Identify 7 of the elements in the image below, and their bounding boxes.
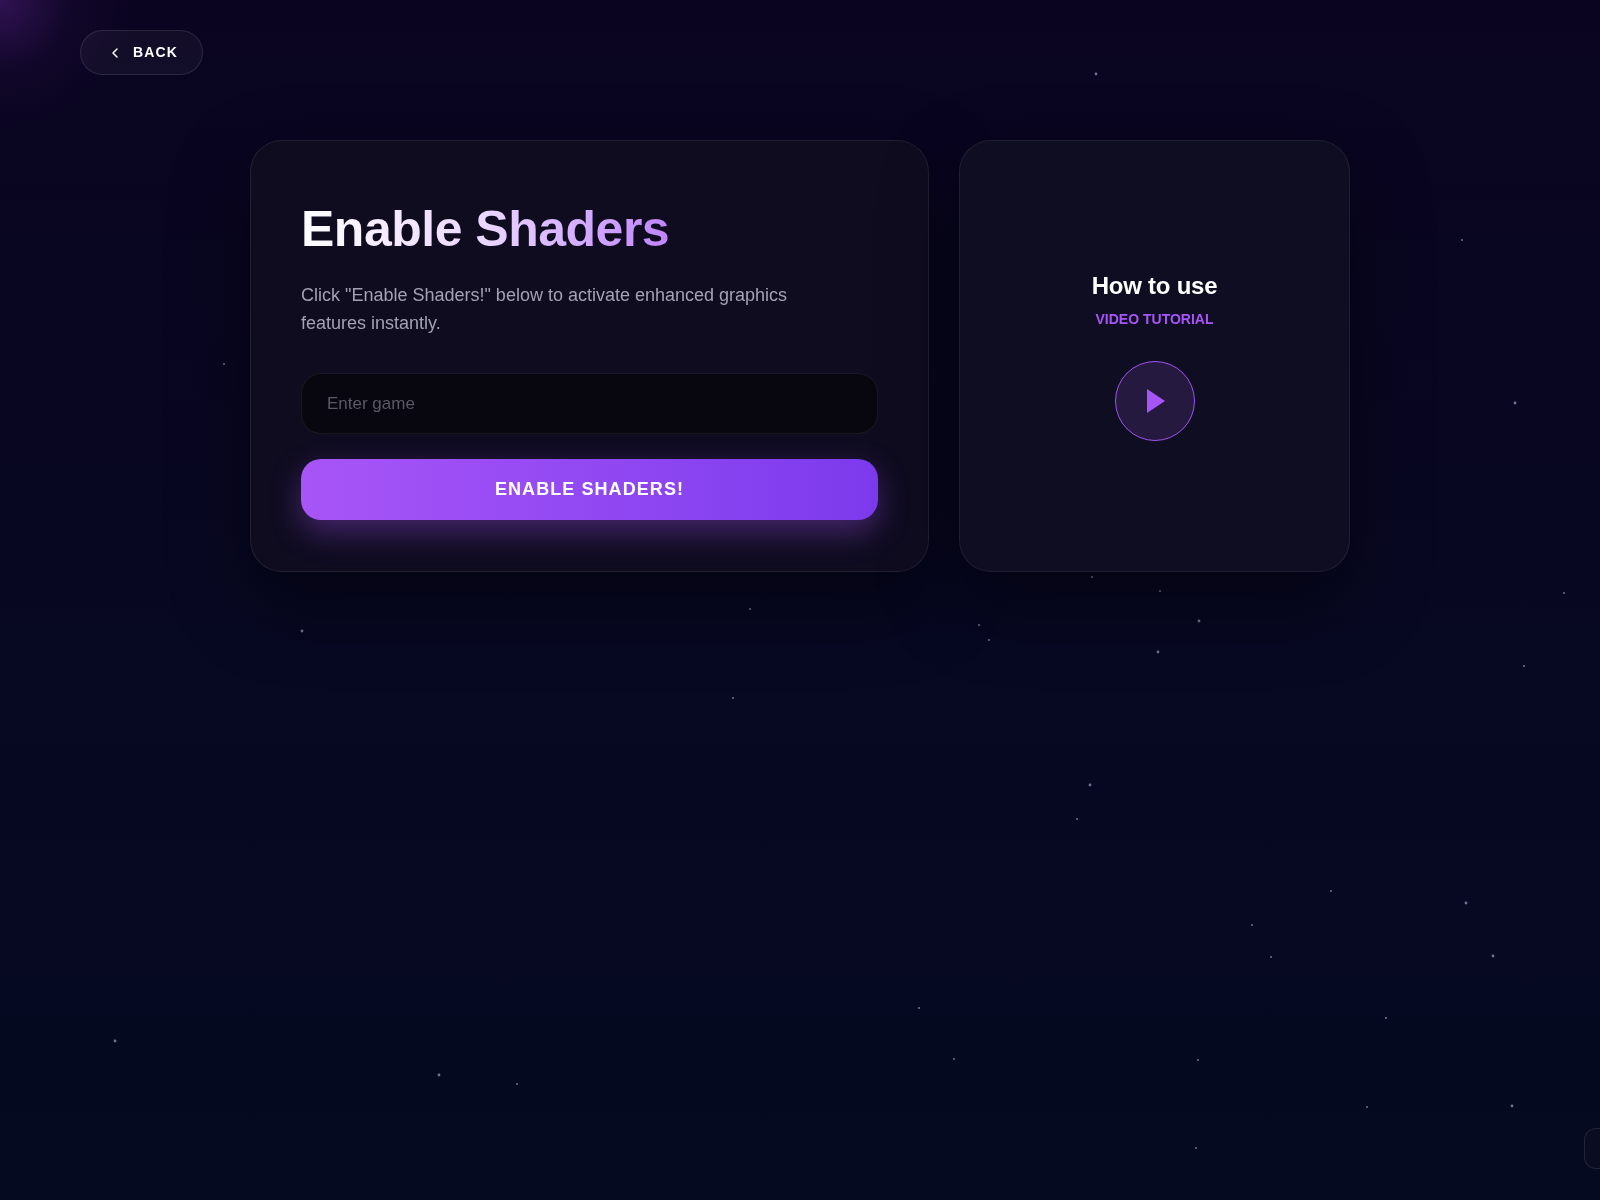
tutorial-subtitle: VIDEO TUTORIAL: [1095, 310, 1214, 329]
back-button[interactable]: BACK: [80, 30, 203, 75]
play-icon: [1147, 389, 1165, 413]
tutorial-title: How to use: [1091, 271, 1218, 301]
game-input-field[interactable]: Enter game: [301, 373, 878, 434]
card-description: Click "Enable Shaders!" below to activate enhanced graphics features instantly.: [301, 284, 789, 335]
enable-shaders-button[interactable]: ENABLE SHADERS!: [301, 459, 878, 520]
